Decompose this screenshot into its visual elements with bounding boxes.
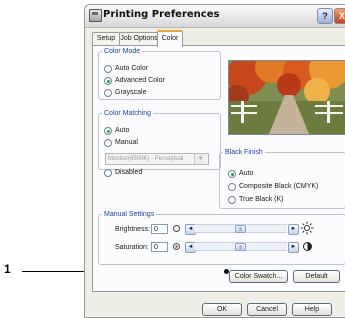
radio-label: Advanced Color — [115, 77, 165, 84]
printing-preferences-dialog: Printing Preferences ? X Setup Job Optio… — [84, 4, 345, 318]
radio-label: Disabled — [115, 169, 143, 176]
radio-button-selected[interactable] — [104, 77, 112, 85]
manual-settings-group: Manual Settings — [98, 211, 345, 265]
radio-label: Composite Black (CMYK) — [239, 183, 319, 190]
title-help-button[interactable]: ? — [317, 8, 333, 24]
title-bar: Printing Preferences ? X — [85, 5, 345, 28]
window-title: Printing Preferences — [103, 9, 220, 20]
help-button[interactable]: Help — [292, 303, 332, 316]
printer-icon — [89, 9, 102, 22]
saturation-slider-thumb[interactable]: III — [235, 243, 246, 251]
autumn-road-image — [229, 61, 345, 134]
color-profile-value: Monitor(6500K) - Perceptual — [108, 156, 184, 162]
brightness-slider-track[interactable]: III — [195, 224, 287, 233]
radio-button[interactable] — [228, 196, 236, 204]
brightness-input[interactable]: 0 — [151, 224, 168, 234]
radio-label: Manual — [115, 139, 138, 146]
tab-setup[interactable]: Setup — [92, 32, 120, 45]
color-swatch-button[interactable]: Color Swatch... — [229, 270, 288, 283]
chevron-down-icon[interactable]: ▼ — [194, 154, 206, 164]
saturation-increase-button[interactable]: ► — [288, 242, 299, 253]
radio-button[interactable] — [104, 65, 112, 73]
color-profile-dropdown[interactable]: Monitor(6500K) - Perceptual ▼ — [105, 153, 209, 165]
radio-label: Auto — [239, 170, 254, 177]
contrast-icon — [303, 242, 312, 251]
sun-icon-svg — [300, 221, 314, 235]
color-mode-legend: Color Mode — [104, 48, 141, 55]
brightness-low-icon — [173, 225, 180, 232]
radio-label: Auto — [115, 127, 130, 134]
close-button[interactable]: X — [334, 8, 345, 24]
manual-settings-legend: Manual Settings — [104, 211, 155, 218]
callout-number: 1 — [4, 262, 11, 276]
sun-icon — [300, 221, 314, 237]
saturation-low-icon — [173, 243, 180, 250]
radio-label: True Black (K) — [239, 196, 284, 203]
black-finish-legend: Black Finish — [225, 149, 263, 156]
tab-color[interactable]: Color — [157, 30, 183, 47]
color-matching-legend: Color Matching — [104, 110, 152, 117]
cancel-button[interactable]: Cancel — [247, 303, 287, 316]
brightness-label: Brightness: — [115, 226, 151, 233]
saturation-input[interactable]: 0 — [151, 242, 168, 252]
color-preview-image — [228, 60, 345, 135]
default-button[interactable]: Default — [293, 270, 340, 283]
radio-button[interactable] — [104, 89, 112, 97]
radio-button-selected[interactable] — [104, 127, 112, 135]
radio-button-selected[interactable] — [228, 170, 236, 178]
color-tab-panel: Color Mode Auto Color Advanced Color Gra… — [92, 45, 345, 292]
radio-button[interactable] — [104, 169, 112, 177]
radio-label: Grayscale — [115, 89, 147, 96]
ok-button[interactable]: OK — [202, 303, 242, 316]
saturation-slider-track[interactable]: III — [195, 242, 287, 251]
tab-job-options[interactable]: Job Options — [119, 32, 159, 45]
radio-button[interactable] — [104, 139, 112, 147]
brightness-slider-thumb[interactable]: III — [235, 225, 246, 233]
radio-button[interactable] — [228, 183, 236, 191]
brightness-increase-button[interactable]: ► — [288, 224, 299, 235]
radio-label: Auto Color — [115, 65, 149, 72]
saturation-label: Saturation: — [115, 244, 149, 251]
callout-dot — [224, 269, 229, 274]
